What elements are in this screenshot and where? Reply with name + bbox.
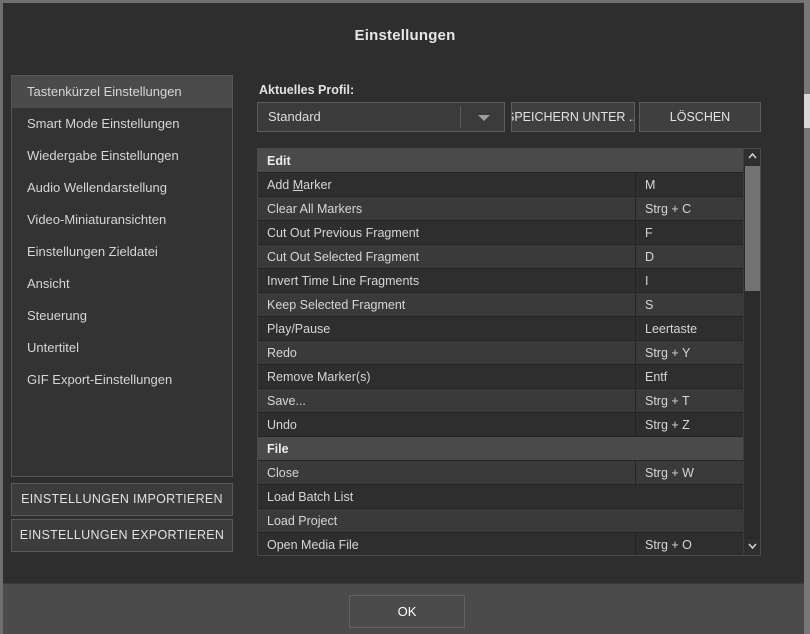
shortcut-key: Strg + Y [635,341,744,365]
save-profile-as-button[interactable]: SPEICHERN UNTER ... [511,102,635,132]
shortcuts-scrollbar[interactable] [743,149,760,555]
shortcut-key: I [635,269,744,293]
shortcut-action: Add Marker [267,178,332,192]
shortcut-row[interactable]: Save... Strg + T [258,389,744,413]
shortcut-row[interactable]: Clear All Markers Strg + C [258,197,744,221]
sidebar-item-5[interactable]: Einstellungen Zieldatei [12,236,232,268]
shortcut-action: Play/Pause [267,322,331,336]
ok-button[interactable]: OK [349,595,465,628]
delete-profile-button[interactable]: LÖSCHEN [639,102,761,132]
sidebar-item-label: Untertitel [27,340,80,355]
sidebar-item-7[interactable]: Steuerung [12,300,232,332]
shortcut-key: F [635,221,744,245]
sidebar-item-0[interactable]: Tastenkürzel Einstellungen [12,76,232,108]
settings-dialog: Einstellungen Tastenkürzel Einstellungen… [0,0,810,634]
shortcut-action: Cut Out Previous Fragment [267,226,420,240]
shortcut-row[interactable]: Add Marker M [258,173,744,197]
shortcut-row[interactable]: Load Project [258,509,744,533]
window-scrollbar-thumb[interactable] [804,94,810,128]
shortcut-row[interactable]: Cut Out Selected Fragment D [258,245,744,269]
profile-select-value: Standard [268,109,321,124]
sidebar-item-6[interactable]: Ansicht [12,268,232,300]
shortcut-action: Clear All Markers [267,202,363,216]
sidebar-item-label: Audio Wellendarstellung [27,180,167,195]
shortcut-action: Keep Selected Fragment [267,298,406,312]
sidebar-item-label: Ansicht [27,276,70,291]
sidebar-item-2[interactable]: Wiedergabe Einstellungen [12,140,232,172]
shortcut-row[interactable]: Redo Strg + Y [258,341,744,365]
sidebar-item-label: Einstellungen Zieldatei [27,244,158,259]
sidebar-item-1[interactable]: Smart Mode Einstellungen [12,108,232,140]
sidebar-item-label: Wiedergabe Einstellungen [27,148,179,163]
sidebar-item-label: Tastenkürzel Einstellungen [27,84,182,99]
export-settings-button[interactable]: EINSTELLUNGEN EXPORTIEREN [11,519,233,552]
sidebar-item-label: GIF Export-Einstellungen [27,372,173,387]
shortcut-key: Strg + O [635,533,744,555]
shortcut-row[interactable]: Keep Selected Fragment S [258,293,744,317]
shortcut-row[interactable]: Close Strg + W [258,461,744,485]
dialog-frame: Einstellungen Tastenkürzel Einstellungen… [0,0,807,634]
dialog-footer: OK [3,583,807,634]
shortcut-action: Close [267,466,299,480]
sidebar-item-4[interactable]: Video-Miniaturansichten [12,204,232,236]
shortcut-key: Strg + W [635,461,744,485]
sidebar-item-label: Smart Mode Einstellungen [27,116,180,131]
scrollbar-thumb[interactable] [745,166,760,291]
shortcut-row[interactable]: Invert Time Line Fragments I [258,269,744,293]
shortcut-key: D [635,245,744,269]
window-vertical-scrollbar[interactable] [804,0,810,634]
shortcut-action: File [267,442,289,456]
sidebar-item-label: Video-Miniaturansichten [27,212,167,227]
dialog-title: Einstellungen [354,27,456,44]
shortcut-action: Load Project [267,514,338,528]
shortcut-key: Entf [635,365,744,389]
scroll-down-button[interactable] [744,539,760,555]
shortcut-action: Cut Out Selected Fragment [267,250,420,264]
shortcut-action: Edit [267,154,291,168]
shortcut-row[interactable]: Remove Marker(s) Entf [258,365,744,389]
sidebar-item-3[interactable]: Audio Wellendarstellung [12,172,232,204]
shortcut-key: Strg + C [635,197,744,221]
shortcut-action: Invert Time Line Fragments [267,274,420,288]
import-settings-button[interactable]: EINSTELLUNGEN IMPORTIEREN [11,483,233,516]
settings-category-list[interactable]: Tastenkürzel Einstellungen Smart Mode Ein… [11,75,233,477]
scroll-up-button[interactable] [744,149,760,165]
delete-profile-label: LÖSCHEN [669,110,731,124]
shortcut-action: Open Media File [267,538,359,552]
sidebar-item-label: Steuerung [27,308,87,323]
shortcut-key: Leertaste [635,317,744,341]
settings-io-buttons: EINSTELLUNGEN IMPORTIEREN EINSTELLUNGEN … [11,483,233,555]
shortcuts-table-body: Edit Add Marker M Clear All Markers Strg + C… [258,149,744,555]
shortcut-row[interactable]: Cut Out Previous Fragment F [258,221,744,245]
profile-select[interactable]: Standard [257,102,505,132]
shortcut-key: M [635,173,744,197]
shortcut-action: Remove Marker(s) [267,370,371,384]
sidebar-item-9[interactable]: GIF Export-Einstellungen [12,364,232,396]
shortcut-row[interactable]: Load Batch List [258,485,744,509]
shortcuts-table: Edit Add Marker M Clear All Markers Strg + C… [257,148,761,556]
shortcut-row[interactable]: Undo Strg + Z [258,413,744,437]
shortcut-key: Strg + T [635,389,744,413]
shortcut-action: Save... [267,394,306,408]
shortcut-key: Strg + Z [635,413,744,437]
chevron-down-icon [478,115,490,121]
profile-select-divider [460,106,461,128]
shortcut-action: Undo [267,418,297,432]
shortcut-group-header: File [258,437,744,461]
shortcut-action: Redo [267,346,297,360]
save-profile-as-label: SPEICHERN UNTER ... [511,110,635,124]
shortcut-row[interactable]: Play/Pause Leertaste [258,317,744,341]
sidebar-item-8[interactable]: Untertitel [12,332,232,364]
current-profile-label: Aktuelles Profil: [259,83,355,97]
shortcut-key: S [635,293,744,317]
shortcut-action: Load Batch List [267,490,354,504]
shortcut-group-header: Edit [258,149,744,173]
shortcut-row[interactable]: Open Media File Strg + O [258,533,744,555]
